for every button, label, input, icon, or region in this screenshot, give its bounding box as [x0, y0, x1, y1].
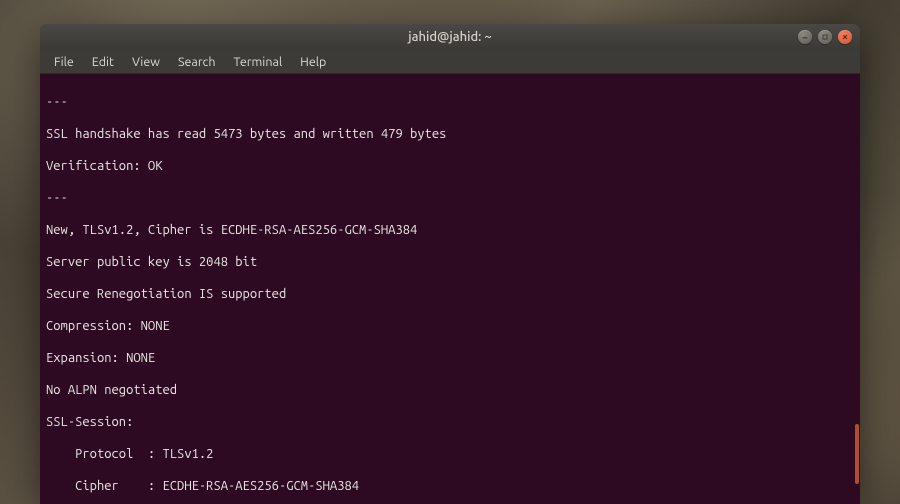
- terminal-line: New, TLSv1.2, Cipher is ECDHE-RSA-AES256…: [46, 222, 854, 238]
- menu-file[interactable]: File: [46, 53, 82, 71]
- close-button[interactable]: [838, 30, 852, 44]
- terminal-line: Compression: NONE: [46, 318, 854, 334]
- terminal-line: Protocol : TLSv1.2: [46, 446, 854, 462]
- menubar: File Edit View Search Terminal Help: [40, 50, 860, 74]
- menu-search[interactable]: Search: [170, 53, 224, 71]
- window-controls: [798, 30, 852, 44]
- menu-terminal[interactable]: Terminal: [226, 53, 291, 71]
- terminal-line: Verification: OK: [46, 158, 854, 174]
- close-icon: [841, 33, 849, 41]
- terminal-window: jahid@jahid: ~ File Edit View Search Ter…: [40, 24, 860, 504]
- desktop-background: jahid@jahid: ~ File Edit View Search Ter…: [0, 0, 900, 504]
- terminal-line: SSL handshake has read 5473 bytes and wr…: [46, 126, 854, 142]
- terminal-line: ---: [46, 94, 854, 110]
- minimize-icon: [801, 33, 809, 41]
- terminal-line: SSL-Session:: [46, 414, 854, 430]
- maximize-button[interactable]: [818, 30, 832, 44]
- menu-view[interactable]: View: [124, 53, 168, 71]
- terminal-line: No ALPN negotiated: [46, 382, 854, 398]
- terminal-line: ---: [46, 190, 854, 206]
- minimize-button[interactable]: [798, 30, 812, 44]
- maximize-icon: [821, 33, 829, 41]
- terminal-content[interactable]: --- SSL handshake has read 5473 bytes an…: [40, 74, 860, 504]
- window-title: jahid@jahid: ~: [40, 30, 860, 44]
- terminal-line: Cipher : ECDHE-RSA-AES256-GCM-SHA384: [46, 478, 854, 494]
- terminal-line: Expansion: NONE: [46, 350, 854, 366]
- menu-edit[interactable]: Edit: [84, 53, 122, 71]
- terminal-line: Server public key is 2048 bit: [46, 254, 854, 270]
- terminal-scrollbar-thumb[interactable]: [855, 424, 859, 484]
- window-titlebar[interactable]: jahid@jahid: ~: [40, 24, 860, 50]
- terminal-line: Secure Renegotiation IS supported: [46, 286, 854, 302]
- menu-help[interactable]: Help: [292, 53, 334, 71]
